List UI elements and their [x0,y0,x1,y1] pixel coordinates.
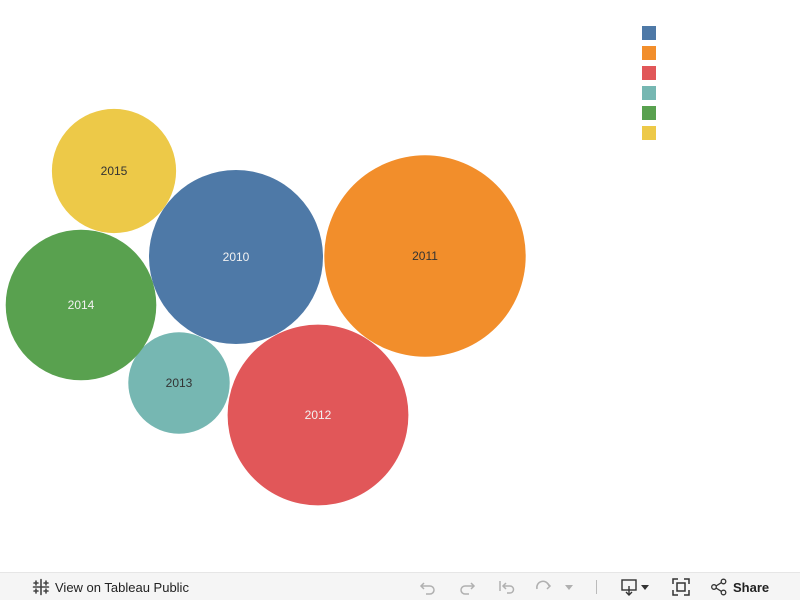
redo-button[interactable] [457,573,477,601]
bubble-label-2015: 2015 [101,164,128,178]
fullscreen-button[interactable] [671,573,691,601]
pause-dropdown-icon [564,582,574,592]
legend-swatch[interactable] [642,86,656,100]
legend-swatch[interactable] [642,66,656,80]
fullscreen-icon [671,577,691,597]
bubble-label-2012: 2012 [305,408,332,422]
share-icon [710,578,728,596]
viz-area: 2010 2011 2012 2013 2014 2015 [0,0,800,572]
legend-swatch[interactable] [642,26,656,40]
legend-swatch[interactable] [642,106,656,120]
revert-icon [497,577,517,597]
refresh-icon [534,577,554,597]
share-label: Share [733,579,770,595]
legend-swatch[interactable] [642,126,656,140]
bubble-label-2010: 2010 [223,250,250,264]
color-legend [642,26,662,146]
tableau-toolbar: View on Tableau Public Share [0,572,800,600]
redo-icon [457,577,477,597]
refresh-button[interactable] [534,573,554,601]
toolbar-separator [596,580,597,594]
bubble-label-2011: 2011 [412,249,438,263]
undo-button[interactable] [418,573,438,601]
download-button[interactable] [620,573,652,601]
legend-swatch[interactable] [642,46,656,60]
tableau-logo-icon [32,578,50,596]
bubble-chart: 2010 2011 2012 2013 2014 2015 [5,108,526,506]
bubble-label-2013: 2013 [166,376,193,390]
share-button[interactable]: Share [710,573,769,601]
download-icon [620,577,652,597]
view-on-tableau-label: View on Tableau Public [55,579,189,595]
undo-icon [418,577,438,597]
pause-dropdown-button[interactable] [564,573,574,601]
revert-button[interactable] [497,573,517,601]
view-on-tableau-public-link[interactable]: View on Tableau Public [32,573,189,601]
bubble-label-2014: 2014 [68,298,95,312]
